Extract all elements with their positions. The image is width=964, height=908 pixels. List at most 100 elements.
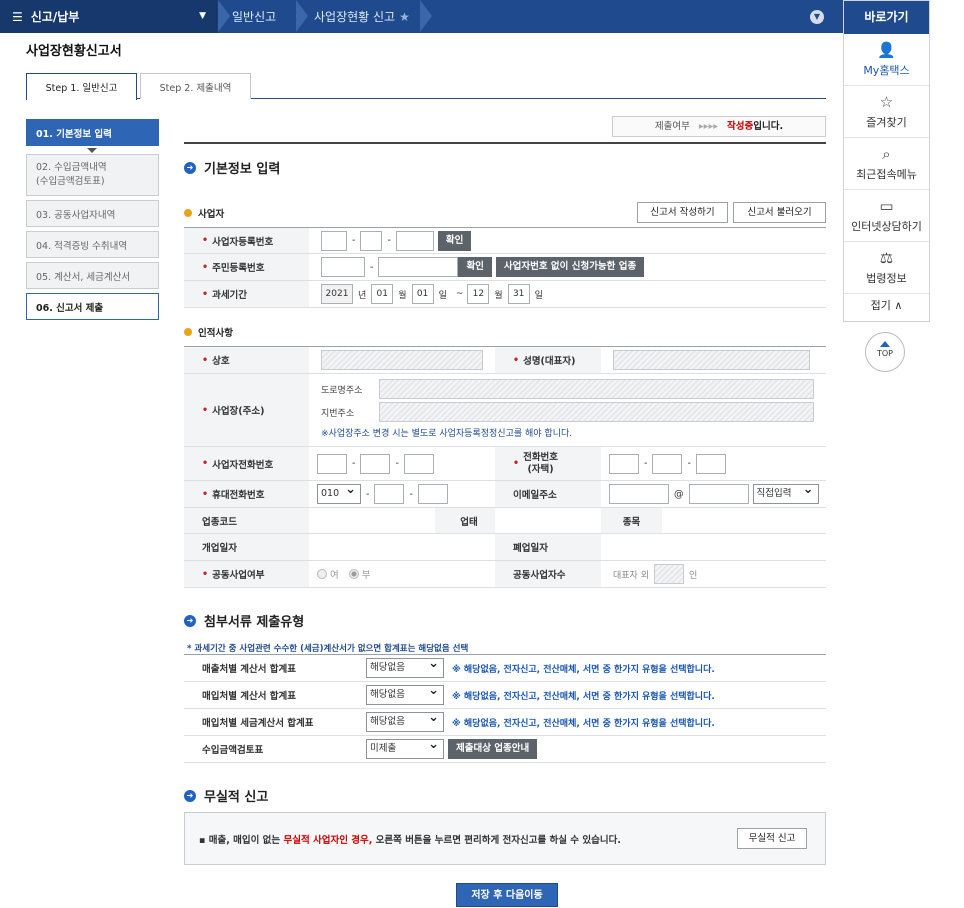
rrn-confirm-button[interactable]: 확인 — [458, 257, 492, 277]
home-phone-1[interactable] — [609, 453, 639, 474]
step-item-submit[interactable]: 06. 신고서 제출 — [26, 293, 159, 320]
representative-name-input — [613, 350, 810, 370]
quick-link-my-hometax[interactable]: 👤 My홈택스 — [844, 34, 929, 86]
biz-phone-3[interactable] — [403, 453, 434, 474]
joint-yes-radio[interactable] — [317, 569, 327, 579]
arrow-right-icon: ➜ — [184, 789, 196, 802]
bullet-icon — [184, 328, 192, 336]
jibun-address-input — [379, 402, 814, 422]
main-menu-dropdown[interactable]: ☰ 신고/납부 ▼ — [0, 0, 218, 33]
field-label: • 사업장(주소) — [184, 374, 309, 446]
table-row: • 상호 • 성명(대표자) — [184, 347, 826, 374]
address-block: 도로명주소 지번주소 ※사업장주소 변경 시는 별도로 사업자등록정정신고를 해… — [309, 374, 814, 446]
step-item-evidence[interactable]: 04. 적격증빙 수취내역 — [26, 231, 159, 258]
address-note: ※사업장주소 변경 시는 별도로 사업자등록정정신고를 해야 합니다. — [321, 429, 573, 439]
field-label: 폐업일자 — [495, 534, 601, 560]
attachment-select[interactable]: 해당없음 — [366, 709, 444, 732]
scroll-top-button[interactable]: TOP — [865, 332, 905, 372]
rrn-front-input[interactable] — [321, 257, 365, 277]
table-row: 매입처별 세금계산서 합계표 해당없음 ※ 해당없음, 전자신고, 전산매체, … — [184, 709, 826, 736]
quick-link-recent[interactable]: ⌕ 최근접속메뉴 — [844, 138, 929, 190]
subsection-title: 인적사항 — [198, 328, 233, 339]
step-list: 01. 기본정보 입력 02. 수입금액내역 (수입금액검토표) 03. 공동사… — [26, 119, 159, 324]
attachment-select[interactable]: 해당없음 — [366, 655, 444, 678]
mobile-2[interactable] — [374, 484, 405, 504]
tab-step2[interactable]: Step 2. 제출내역 — [140, 73, 251, 99]
section-title: 무실적 신고 — [204, 790, 269, 805]
load-report-button[interactable]: 신고서 불러오기 — [733, 202, 826, 223]
arrow-right-icon: ➜ — [184, 161, 196, 174]
step-item-joint[interactable]: 03. 공동사업자내역 — [26, 200, 159, 227]
subsection-person: 인적사항 — [184, 325, 233, 339]
nil-report-box: ▪ 매출, 매입이 없는 무실적 사업자인 경우, 오른쪽 버튼을 누르면 편리… — [184, 812, 826, 865]
star-icon[interactable]: ★ — [399, 10, 410, 24]
brn-part3-input[interactable] — [395, 230, 434, 251]
name-value — [601, 347, 810, 373]
table-row: 업종코드 업태 종목 — [184, 508, 826, 534]
joint-no-radio[interactable] — [348, 569, 359, 579]
page-title: 사업장현황신고서 — [26, 44, 122, 59]
mobile-prefix-select[interactable]: 010 — [317, 481, 361, 504]
breadcrumb-item[interactable]: 사업장현황 신고 ★ — [314, 0, 410, 33]
table-row: 수입금액검토표 미제출 제출대상 업종안내 — [184, 736, 826, 763]
period-end-month[interactable]: 12 — [467, 284, 490, 304]
joint-radios: 여 부 — [309, 561, 495, 587]
mobile-3[interactable] — [417, 484, 448, 504]
step-item-invoice[interactable]: 05. 계산서, 세금계산서 — [26, 262, 159, 289]
fold-button[interactable]: 접기 ∧ — [844, 294, 929, 318]
brn-part2-input[interactable] — [360, 230, 383, 251]
road-address-label: 도로명주소 — [321, 385, 363, 396]
caret-down-icon: ▼ — [199, 11, 206, 21]
quick-link-consult[interactable]: ▭ 인터넷상담하기 — [844, 190, 929, 242]
field-label: 개업일자 — [184, 534, 309, 560]
mobile-inputs: 010- - — [309, 481, 495, 507]
main-menu-label: 신고/납부 — [30, 10, 80, 24]
step-item-basic-info[interactable]: 01. 기본정보 입력 — [26, 119, 159, 153]
field-label: 이메일주소 — [495, 481, 601, 507]
chevron-down-icon[interactable]: ▼ — [810, 10, 824, 24]
period-start-month[interactable]: 01 — [371, 284, 394, 304]
revenue-review-select[interactable]: 미제출 — [366, 736, 444, 759]
unit-label: 년 — [358, 290, 367, 301]
brn-confirm-button[interactable]: 확인 — [437, 230, 472, 251]
quick-link-law[interactable]: ⚖ 법령정보 — [844, 242, 929, 294]
field-label: • 상호 — [184, 347, 309, 373]
period-end-day[interactable]: 31 — [507, 284, 530, 304]
attachment-select[interactable]: 해당없음 — [366, 682, 444, 705]
step-item-revenue[interactable]: 02. 수입금액내역 (수입금액검토표) — [26, 154, 159, 196]
period-start-day[interactable]: 01 — [411, 284, 434, 304]
field-label: • 공동사업여부 — [184, 561, 309, 587]
joint-count-value: 대표자 외 인 — [601, 561, 697, 587]
table-row: • 과세기간 2021 년 01 월 01 일 ~ 12 월 31 일 — [184, 281, 826, 308]
email-domain-input[interactable] — [688, 484, 749, 504]
business-type-value — [495, 508, 601, 533]
email-id-input[interactable] — [609, 484, 669, 504]
home-phone-2[interactable] — [652, 453, 683, 474]
rep-prefix: 대표자 외 — [613, 570, 649, 581]
quick-link-favorites[interactable]: ☆ 즐겨찾기 — [844, 86, 929, 138]
target-industry-guide-button[interactable]: 제출대상 업종안내 — [448, 739, 538, 759]
rrn-back-input[interactable] — [378, 257, 459, 277]
step-tabs: Step 1. 일반신고 Step 2. 제출내역 — [26, 73, 826, 100]
breadcrumb-label: 사업장현황 신고 — [314, 10, 396, 24]
write-report-button[interactable]: 신고서 작성하기 — [637, 202, 728, 223]
top-label: TOP — [876, 349, 893, 358]
section-title: 기본정보 입력 — [204, 162, 281, 177]
email-domain-select[interactable]: 직접입력 — [752, 481, 819, 504]
biz-phone-2[interactable] — [360, 453, 391, 474]
brn-part1-input[interactable] — [321, 230, 347, 251]
field-label: 공동사업자수 — [495, 561, 601, 587]
save-next-button[interactable]: 저장 후 다음이동 — [456, 883, 558, 907]
field-label: • 전화번호 (자택) — [495, 447, 601, 480]
tab-step1[interactable]: Step 1. 일반신고 — [26, 73, 137, 100]
home-phone-3[interactable] — [695, 453, 726, 474]
section-title: 첨부서류 제출유형 — [204, 615, 305, 630]
star-icon: ☆ — [879, 93, 894, 111]
table-row: • 사업장(주소) 도로명주소 지번주소 ※사업장주소 변경 시는 별도로 사업자… — [184, 374, 826, 447]
nil-report-button[interactable]: 무실적 신고 — [737, 828, 807, 849]
no-brn-industry-button[interactable]: 사업자번호 없이 신청가능한 업종 — [495, 257, 645, 277]
breadcrumb-item[interactable]: 일반신고 — [232, 0, 276, 33]
field-label: 업태 — [435, 508, 495, 533]
hamburger-icon: ☰ — [12, 9, 23, 24]
biz-phone-1[interactable] — [317, 453, 347, 474]
